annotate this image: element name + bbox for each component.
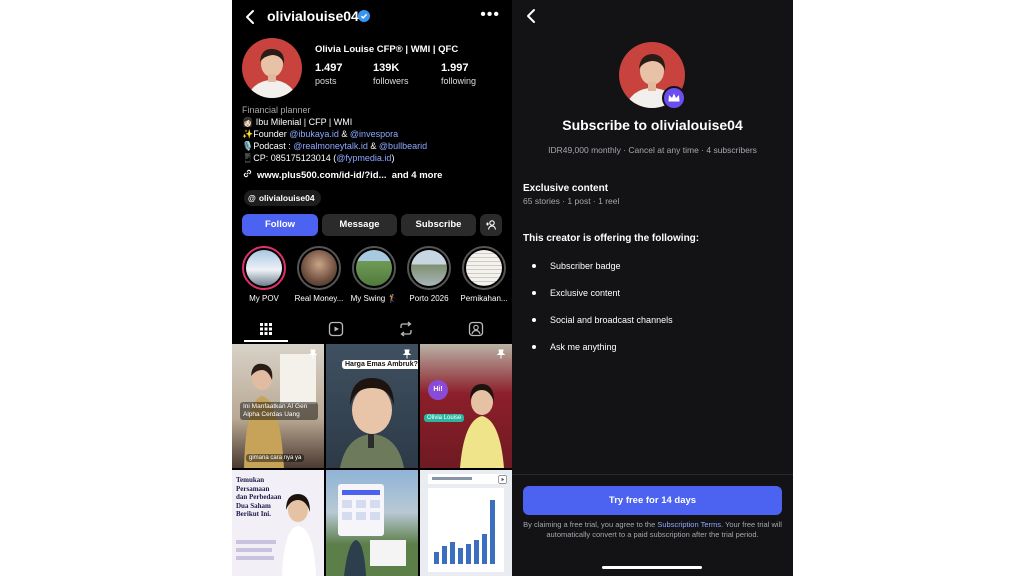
bio-category: Financial planner	[242, 105, 311, 115]
threads-icon: @	[248, 194, 256, 203]
exclusive-content-meta: 65 stories · 1 post · 1 reel	[523, 196, 620, 206]
post-thumbnail[interactable]	[420, 470, 512, 576]
mention-link[interactable]: @bullbearid	[379, 141, 427, 151]
highlight-item[interactable]: Real Money...	[295, 246, 343, 303]
reels-tab-icon[interactable]	[327, 320, 345, 338]
profile-username: olivialouise04	[267, 8, 359, 24]
highlight-thumbnail	[301, 250, 337, 286]
follow-button[interactable]: Follow	[242, 214, 318, 236]
subscribe-title: Subscribe to olivialouise04	[562, 117, 743, 133]
highlight-item[interactable]: My POV	[241, 246, 287, 303]
bullet-icon	[532, 290, 536, 295]
profile-top-bar: olivialouise04 •••	[232, 0, 512, 32]
reposts-tab-icon[interactable]	[397, 320, 415, 338]
bullet-icon	[532, 317, 536, 322]
highlight-thumbnail	[466, 250, 502, 286]
post-caption: Harga Emas Ambruk?	[342, 360, 418, 369]
offer-item: Exclusive content	[532, 288, 620, 298]
post-caption: Ini Manfaatkan AI Gen Alpha Cerdas Uang	[240, 402, 318, 420]
more-options-icon[interactable]: •••	[480, 6, 500, 24]
threads-badge[interactable]: @ olivialouise04	[244, 190, 321, 206]
pin-icon	[402, 349, 412, 359]
mention-link[interactable]: @ibukaya.id	[289, 129, 339, 139]
more-links[interactable]: and 4 more	[392, 170, 443, 181]
home-indicator	[602, 566, 702, 569]
pin-icon	[308, 349, 318, 359]
post-thumbnail[interactable]: Ini Manfaatkan AI Gen Alpha Cerdas Uang …	[232, 344, 324, 468]
mention-link[interactable]: @realmoneytalk.id	[293, 141, 368, 151]
profile-screen: olivialouise04 ••• Olivia Louise CFP® | …	[232, 0, 512, 576]
following-count[interactable]: 1.997 following	[441, 62, 476, 86]
highlight-item[interactable]: Pernikahan...	[460, 246, 508, 303]
message-button[interactable]: Message	[322, 214, 397, 236]
profile-full-name: Olivia Louise CFP® | WMI | QFC	[315, 44, 459, 55]
bullet-icon	[532, 263, 536, 268]
highlight-item[interactable]: Porto 2026	[406, 246, 452, 303]
highlight-item[interactable]: My Swing 🏌️	[351, 246, 397, 303]
website-link[interactable]: www.plus500.com/id-id/?id... and 4 more	[242, 168, 442, 181]
link-icon	[243, 169, 252, 178]
profile-tabs	[232, 318, 512, 342]
grid-tab-icon[interactable]	[257, 320, 275, 338]
exclusive-content-title: Exclusive content	[523, 183, 609, 194]
offer-item: Subscriber badge	[532, 261, 621, 271]
bio-line: 🎙️Podcast : @realmoneytalk.id & @bullbea…	[242, 141, 428, 151]
terms-text: By claiming a free trial, you agree to t…	[523, 520, 782, 539]
offer-item: Ask me anything	[532, 342, 617, 352]
post-caption: Hi!	[428, 380, 448, 400]
bullet-icon	[532, 344, 536, 349]
back-arrow-icon[interactable]	[524, 8, 540, 24]
post-thumbnail[interactable]: Temukan Persamaan dan Perbedaan Dua Saha…	[232, 470, 324, 576]
pin-icon	[496, 349, 506, 359]
reel-icon	[498, 475, 507, 484]
mention-link[interactable]: @fypmedia.id	[336, 153, 391, 163]
offer-item: Social and broadcast channels	[532, 315, 673, 325]
post-thumbnail[interactable]	[326, 470, 418, 576]
bio-line: ✨Founder @ibukaya.id & @invespora	[242, 129, 399, 139]
tagged-tab-icon[interactable]	[467, 320, 485, 338]
posts-count[interactable]: 1.497 posts	[315, 62, 343, 86]
post-thumbnail[interactable]: Hi! Olivia Louise	[420, 344, 512, 468]
subscribe-button[interactable]: Subscribe	[401, 214, 476, 236]
active-tab-indicator	[244, 340, 288, 342]
post-caption: gimana cara nya ya	[246, 454, 305, 462]
profile-bio: Financial planner 👩🏻 Ibu Milenial | CFP …	[242, 104, 507, 164]
highlight-thumbnail	[411, 250, 447, 286]
mention-link[interactable]: @invespora	[350, 129, 398, 139]
bio-line: 📱CP: 085175123014 (@fypmedia.id)	[242, 153, 395, 163]
highlight-thumbnail	[356, 250, 392, 286]
free-trial-button[interactable]: Try free for 14 days	[523, 486, 782, 515]
crown-badge-icon	[662, 86, 686, 110]
back-arrow-icon[interactable]	[242, 8, 260, 26]
posts-grid: Ini Manfaatkan AI Gen Alpha Cerdas Uang …	[232, 344, 512, 576]
subscribe-screen: Subscribe to olivialouise04 IDR49,000 mo…	[512, 0, 793, 576]
subscription-meta: IDR49,000 monthly · Cancel at any time ·…	[548, 145, 757, 155]
divider	[512, 474, 793, 475]
profile-avatar[interactable]	[242, 38, 302, 98]
add-person-icon	[486, 220, 497, 230]
followers-count[interactable]: 139K followers	[373, 62, 409, 86]
offer-heading: This creator is offering the following:	[523, 233, 700, 244]
highlight-thumbnail	[246, 250, 282, 286]
post-caption: Olivia Louise	[424, 414, 465, 422]
post-thumbnail[interactable]: Harga Emas Ambruk?	[326, 344, 418, 468]
subscription-terms-link[interactable]: Subscription Terms	[657, 520, 721, 529]
suggested-users-button[interactable]	[480, 214, 502, 236]
verified-badge-icon	[358, 10, 370, 22]
bio-line: 👩🏻 Ibu Milenial | CFP | WMI	[242, 117, 353, 127]
